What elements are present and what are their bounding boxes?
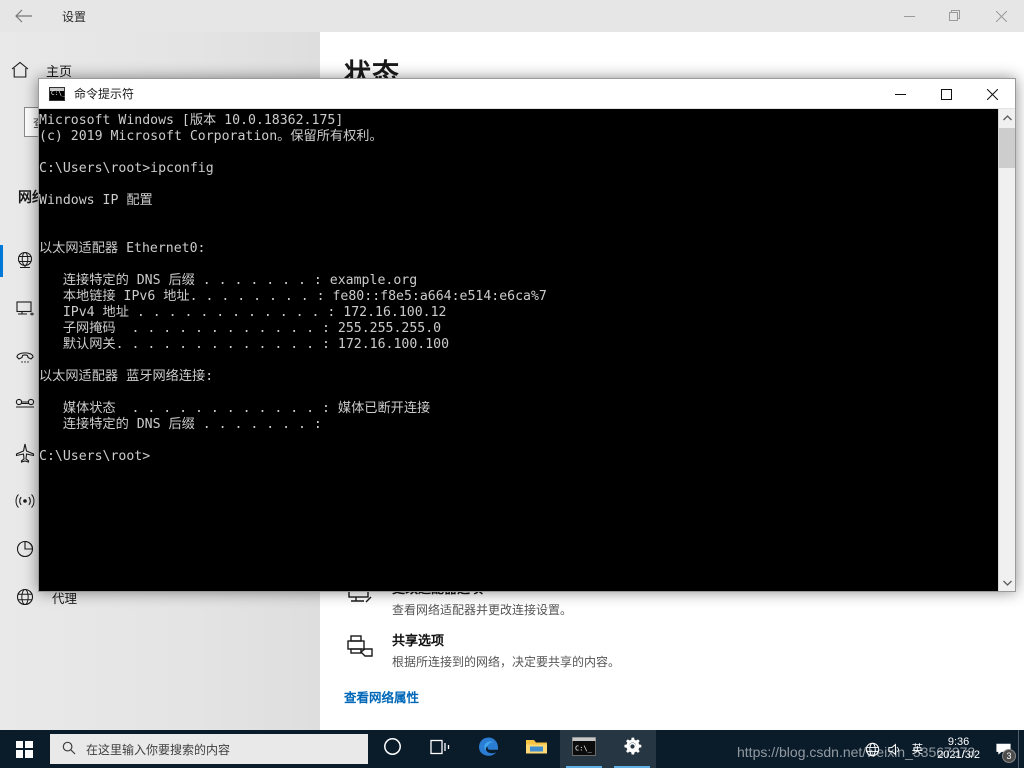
close-icon: [986, 88, 998, 100]
cmd-window-controls: [877, 79, 1015, 109]
sidebar-home-label: 主页: [46, 63, 73, 79]
proxy-globe-icon: [14, 586, 36, 608]
task-view-icon: [429, 738, 451, 761]
cmd-window-title: 命令提示符: [74, 87, 135, 101]
hotspot-icon: [14, 490, 36, 512]
cortana-circle-icon: [383, 737, 402, 761]
settings-window-controls: [886, 0, 1024, 32]
gear-icon: [621, 735, 644, 763]
chevron-down-icon[interactable]: [999, 574, 1015, 591]
edge-browser-icon: [477, 735, 500, 763]
start-button[interactable]: [0, 730, 48, 768]
content-row-desc: 根据所连接到的网络，决定要共享的内容。: [392, 655, 621, 669]
restore-icon: [949, 10, 960, 21]
cmd-minimize-button[interactable]: [877, 79, 923, 109]
vpn-icon: [14, 394, 36, 416]
taskbar-item-cortana[interactable]: [368, 730, 416, 768]
sidebar-item-home[interactable]: 主页: [10, 60, 72, 80]
settings-close-button[interactable]: [978, 0, 1024, 32]
chevron-up-icon[interactable]: [999, 109, 1015, 126]
dialup-phone-icon: [14, 346, 36, 368]
search-placeholder-text: 在这里输入你要搜索的内容: [86, 742, 231, 757]
terminal-output: Microsoft Windows [版本 10.0.18362.175] (c…: [39, 113, 547, 464]
clock-time: 9:36: [947, 736, 970, 748]
language-indicator[interactable]: 英: [906, 741, 930, 757]
screen-root: 设置 主页 代理 状态 查看网络适配器并更改连接设置。 共享选项 根据所连接到的…: [0, 0, 1024, 768]
minimize-icon: [903, 15, 915, 17]
svg-text:C:\_: C:\_: [575, 745, 593, 753]
taskbar-item-file-explorer[interactable]: [512, 730, 560, 768]
windows-logo-icon: [15, 740, 33, 758]
taskbar-item-edge[interactable]: [464, 730, 512, 768]
content-row-share-options[interactable]: 共享选项 根据所连接到的网络，决定要共享的内容。: [344, 630, 620, 670]
cmd-console-icon: [49, 86, 65, 101]
network-globe-icon[interactable]: [862, 730, 884, 768]
settings-minimize-button[interactable]: [886, 0, 932, 32]
taskbar-item-task-view[interactable]: [416, 730, 464, 768]
cmd-console-icon: C:\_: [572, 737, 596, 761]
file-explorer-icon: [525, 737, 548, 761]
clock-date: 2021/3/2: [937, 749, 980, 761]
terminal-scrollbar[interactable]: [998, 109, 1015, 591]
minimize-icon: [894, 93, 906, 95]
content-row-desc: 查看网络适配器并更改连接设置。: [392, 603, 573, 617]
status-globe-icon: [14, 250, 36, 272]
back-arrow-icon: [15, 9, 32, 23]
content-row-text: 共享选项 根据所连接到的网络，决定要共享的内容。: [392, 630, 620, 670]
notification-badge: 3: [1002, 749, 1016, 763]
cmd-maximize-button[interactable]: [923, 79, 969, 109]
cmd-close-button[interactable]: [969, 79, 1015, 109]
action-center-button[interactable]: 3: [988, 730, 1018, 768]
taskbar: 在这里输入你要搜索的内容 C:\_ 英 9:36 2021/3/2 3 http…: [0, 730, 1024, 768]
content-row-title: 共享选项: [392, 633, 445, 648]
terminal-body[interactable]: Microsoft Windows [版本 10.0.18362.175] (c…: [39, 109, 1015, 591]
show-desktop-button[interactable]: [1018, 730, 1024, 768]
pie-chart-icon: [14, 538, 36, 560]
search-icon: [62, 741, 76, 758]
cmd-titlebar[interactable]: 命令提示符: [39, 79, 1015, 109]
settings-titlebar: 设置: [0, 0, 1024, 32]
search-input[interactable]: 在这里输入你要搜索的内容: [50, 734, 368, 764]
volume-icon[interactable]: [884, 730, 906, 768]
taskbar-item-command-prompt[interactable]: C:\_: [560, 730, 608, 768]
settings-restore-button[interactable]: [932, 0, 978, 32]
taskbar-item-settings[interactable]: [608, 730, 656, 768]
maximize-icon: [940, 88, 952, 100]
clock[interactable]: 9:36 2021/3/2: [929, 730, 988, 768]
airplane-icon: [14, 442, 36, 464]
settings-title: 设置: [62, 9, 87, 24]
link-network-properties[interactable]: 查看网络属性: [344, 687, 419, 706]
back-button[interactable]: [0, 0, 48, 32]
home-icon: [10, 60, 30, 80]
ethernet-icon: [14, 298, 36, 320]
scrollbar-thumb[interactable]: [999, 128, 1015, 168]
close-icon: [995, 10, 1007, 22]
system-tray: 英 9:36 2021/3/2 3: [862, 730, 1024, 768]
command-prompt-window[interactable]: 命令提示符 Microsoft Windows [版本 10.0.18362.1…: [38, 78, 1016, 592]
share-options-icon: [344, 632, 374, 662]
